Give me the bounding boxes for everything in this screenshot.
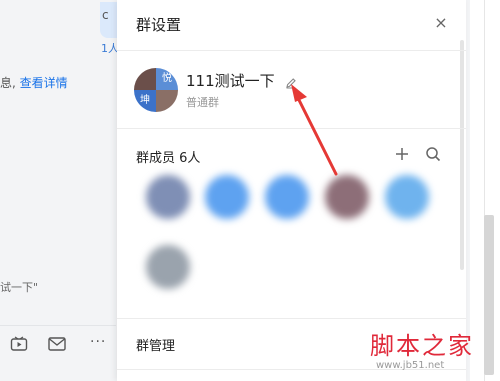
group-name: 111测试一下	[186, 72, 275, 90]
divider	[117, 318, 466, 319]
system-notice: 息, 查看详情	[0, 74, 68, 91]
watermark-url: www.jb51.net	[376, 360, 445, 371]
add-member-icon[interactable]	[393, 145, 411, 163]
annotation-arrow-shaft	[292, 88, 338, 176]
message-bubble-text: c	[102, 8, 109, 22]
avatar-quadrant: 坤	[134, 90, 156, 112]
system-notice-text: 息,	[0, 76, 16, 90]
member-avatar[interactable]	[146, 245, 190, 289]
member-avatar[interactable]	[325, 175, 369, 219]
group-type: 普通群	[186, 96, 219, 109]
view-details-link[interactable]: 查看详情	[20, 76, 68, 90]
quoted-message-text: 试一下"	[0, 281, 39, 294]
panel-scrollbar[interactable]	[460, 40, 464, 270]
avatar-quadrant	[134, 68, 156, 90]
member-avatar[interactable]	[146, 175, 190, 219]
group-avatar[interactable]: 悦 坤	[134, 68, 178, 112]
watermark-title: 脚本之家	[370, 332, 474, 360]
divider	[117, 50, 466, 51]
member-avatar[interactable]	[205, 175, 249, 219]
avatar-quadrant: 悦	[156, 68, 178, 90]
more-icon[interactable]: ···	[90, 334, 106, 350]
annotation-arrow	[291, 84, 338, 176]
search-member-icon[interactable]	[425, 146, 441, 162]
panel-title: 群设置	[136, 16, 182, 34]
member-avatar[interactable]	[385, 175, 429, 219]
mail-icon[interactable]	[48, 336, 66, 355]
video-icon[interactable]	[10, 336, 28, 356]
group-management-item[interactable]: 群管理	[136, 335, 175, 354]
site-watermark: 脚本之家 www.jb51.net	[370, 326, 495, 378]
member-avatar[interactable]	[265, 175, 309, 219]
avatar-quadrant	[156, 90, 178, 112]
close-button[interactable]: ×	[430, 12, 452, 34]
chat-input-toolbar: ···	[0, 325, 116, 366]
annotation-arrow-head	[291, 84, 307, 102]
members-label: 群成员 6人	[136, 151, 201, 166]
